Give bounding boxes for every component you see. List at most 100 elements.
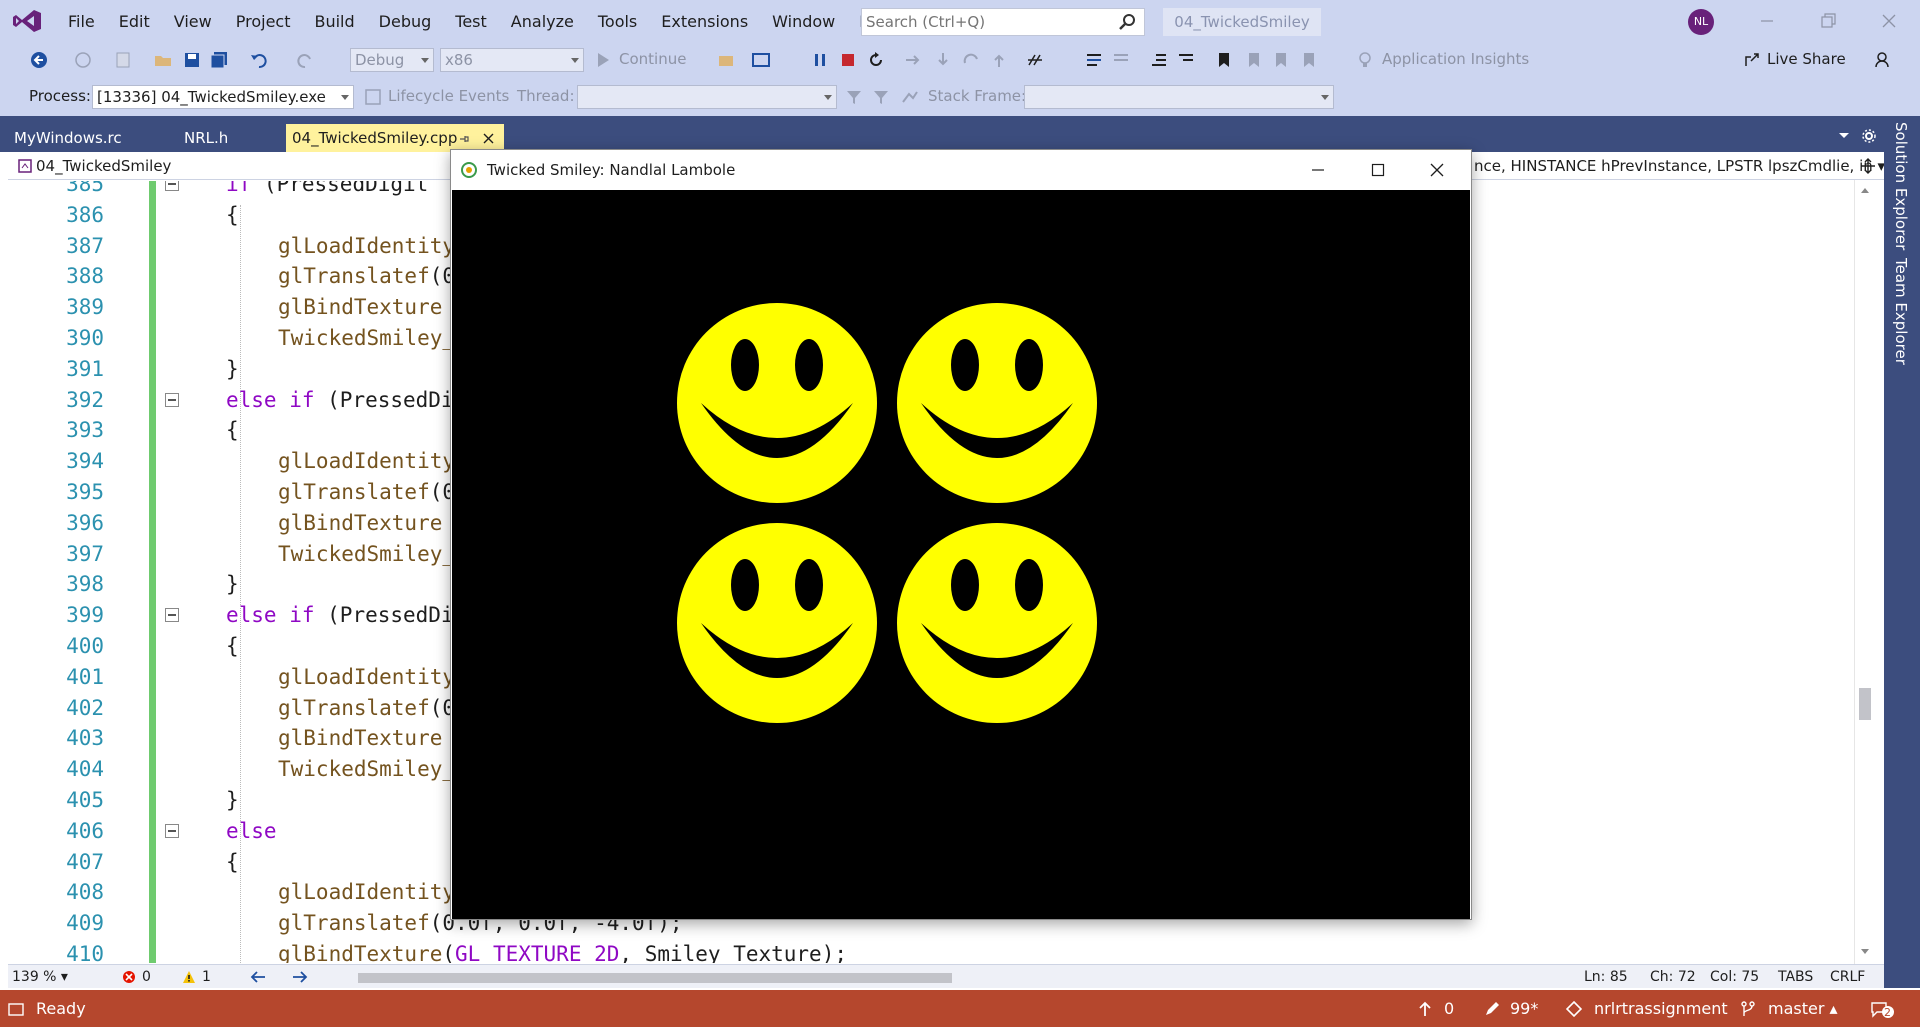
tab-list-dropdown-icon[interactable] bbox=[1838, 132, 1850, 140]
new-project-icon[interactable] bbox=[114, 51, 132, 69]
next-issue-icon[interactable] bbox=[292, 970, 308, 984]
opengl-canvas[interactable] bbox=[452, 190, 1470, 919]
previous-issue-icon[interactable] bbox=[250, 970, 266, 984]
vertical-scrollbar[interactable] bbox=[1854, 180, 1876, 964]
search-box[interactable] bbox=[861, 8, 1145, 36]
undo-icon[interactable] bbox=[250, 51, 268, 69]
menu-build[interactable]: Build bbox=[302, 12, 366, 31]
platform-select[interactable]: x86 bbox=[440, 48, 584, 72]
unpushed-commits[interactable]: 0 bbox=[1444, 990, 1454, 1027]
app-minimize-icon[interactable] bbox=[1311, 163, 1325, 177]
forward-icon[interactable] bbox=[74, 51, 92, 69]
live-share-button[interactable]: Live Share bbox=[1767, 50, 1846, 68]
twicked-smiley-window[interactable]: Twicked Smiley: Nandlal Lambole bbox=[450, 149, 1472, 920]
menu-test[interactable]: Test bbox=[443, 12, 499, 31]
member-dropdown[interactable]: nce, HINSTANCE hPrevInstance, LPSTR lpsz… bbox=[1474, 152, 1885, 180]
step-into-icon[interactable] bbox=[934, 51, 952, 69]
save-all-icon[interactable] bbox=[210, 51, 228, 69]
menu-analyze[interactable]: Analyze bbox=[499, 12, 586, 31]
continue-button[interactable]: Continue bbox=[619, 50, 686, 68]
solution-explorer-tab[interactable]: Solution Explorer bbox=[1892, 122, 1910, 250]
stop-debugging-icon[interactable] bbox=[839, 51, 857, 69]
branch-icon[interactable] bbox=[1740, 1001, 1756, 1017]
line-ending[interactable]: CRLF bbox=[1830, 965, 1865, 989]
app-maximize-icon[interactable] bbox=[1371, 163, 1385, 177]
continue-icon[interactable] bbox=[594, 51, 612, 69]
push-arrow-icon[interactable] bbox=[1418, 1001, 1432, 1017]
show-threads-icon[interactable] bbox=[901, 88, 919, 106]
lifecycle-events-button[interactable]: Lifecycle Events bbox=[388, 87, 509, 105]
clear-bookmarks-icon[interactable] bbox=[1300, 51, 1318, 69]
close-icon[interactable] bbox=[1878, 10, 1900, 32]
attach-icon[interactable] bbox=[717, 51, 735, 69]
close-tab-icon[interactable] bbox=[482, 132, 495, 145]
menu-debug[interactable]: Debug bbox=[367, 12, 444, 31]
process-select[interactable]: [13336] 04_TwickedSmiley.exe bbox=[92, 85, 354, 109]
flag-threads-icon[interactable] bbox=[872, 88, 890, 106]
step-over-icon[interactable] bbox=[962, 51, 980, 69]
uncomment-icon[interactable] bbox=[1112, 51, 1130, 69]
save-icon[interactable] bbox=[183, 51, 201, 69]
search-input[interactable] bbox=[862, 9, 1102, 35]
next-bookmark-icon[interactable] bbox=[1272, 51, 1290, 69]
step-out-icon[interactable] bbox=[990, 51, 1008, 69]
tab-mywindows-rc[interactable]: MyWindows.rc bbox=[8, 124, 178, 152]
pending-changes[interactable]: 99* bbox=[1510, 990, 1538, 1027]
application-insights-icon[interactable] bbox=[1356, 51, 1374, 69]
app-window-titlebar[interactable]: Twicked Smiley: Nandlal Lambole bbox=[451, 150, 1471, 190]
menu-view[interactable]: View bbox=[162, 12, 224, 31]
pencil-icon[interactable] bbox=[1484, 1001, 1500, 1017]
restart-icon[interactable] bbox=[867, 51, 885, 69]
restore-icon[interactable] bbox=[1817, 10, 1839, 32]
indent-icon[interactable] bbox=[1177, 51, 1195, 69]
app-close-icon[interactable] bbox=[1430, 163, 1444, 177]
zoom-select[interactable]: 139 % ▾ bbox=[12, 965, 92, 989]
menu-window[interactable]: Window bbox=[760, 12, 847, 31]
menu-tools[interactable]: Tools bbox=[586, 12, 649, 31]
break-all-icon[interactable] bbox=[811, 51, 829, 69]
user-avatar[interactable]: NL bbox=[1688, 9, 1714, 35]
menu-edit[interactable]: Edit bbox=[107, 12, 162, 31]
settings-gear-icon[interactable] bbox=[1862, 129, 1876, 143]
filter-icon[interactable] bbox=[845, 88, 863, 106]
output-window-icon[interactable] bbox=[8, 1001, 24, 1017]
fold-toggle[interactable] bbox=[165, 608, 179, 623]
feedback-icon[interactable] bbox=[1874, 51, 1892, 69]
back-icon[interactable] bbox=[30, 51, 48, 69]
browser-link-icon[interactable] bbox=[752, 51, 770, 69]
warning-icon[interactable] bbox=[182, 970, 196, 984]
fold-toggle[interactable] bbox=[165, 392, 179, 407]
menu-file[interactable]: File bbox=[56, 12, 107, 31]
thread-select[interactable] bbox=[577, 85, 837, 109]
live-share-icon[interactable] bbox=[1743, 51, 1761, 69]
minimize-icon[interactable] bbox=[1756, 10, 1778, 32]
tab-nrl-h[interactable]: NRL.h bbox=[178, 124, 286, 152]
redo-icon[interactable] bbox=[296, 51, 314, 69]
lifecycle-events-icon[interactable] bbox=[364, 88, 382, 106]
scroll-down-icon[interactable] bbox=[1860, 948, 1870, 956]
error-icon[interactable] bbox=[122, 970, 136, 984]
tab-04-twickedsmiley-cpp[interactable]: 04_TwickedSmiley.cpp bbox=[286, 124, 504, 152]
configuration-select[interactable]: Debug bbox=[350, 48, 434, 72]
open-file-icon[interactable] bbox=[154, 51, 172, 69]
pin-icon[interactable] bbox=[458, 133, 470, 145]
menu-extensions[interactable]: Extensions bbox=[649, 12, 760, 31]
outdent-icon[interactable] bbox=[1150, 51, 1168, 69]
stack-frame-select[interactable] bbox=[1024, 85, 1334, 109]
application-insights-button[interactable]: Application Insights bbox=[1382, 50, 1529, 68]
repository-name[interactable]: nrlrtrassignment bbox=[1594, 990, 1728, 1027]
comment-icon[interactable] bbox=[1085, 51, 1103, 69]
prev-bookmark-icon[interactable] bbox=[1245, 51, 1263, 69]
scroll-thumb[interactable] bbox=[1859, 688, 1871, 720]
fold-toggle[interactable] bbox=[165, 181, 179, 191]
fold-toggle[interactable] bbox=[165, 823, 179, 838]
indent-mode[interactable]: TABS bbox=[1778, 965, 1813, 989]
split-view-icon[interactable] bbox=[1860, 158, 1876, 174]
project-dropdown[interactable]: 04_TwickedSmiley bbox=[18, 152, 171, 180]
show-next-statement-icon[interactable] bbox=[904, 51, 922, 69]
hex-display-icon[interactable] bbox=[1027, 51, 1045, 69]
scroll-up-icon[interactable] bbox=[1860, 186, 1870, 194]
team-explorer-tab[interactable]: Team Explorer bbox=[1892, 258, 1910, 365]
branch-name[interactable]: master ▴ bbox=[1768, 990, 1838, 1027]
bookmark-icon[interactable] bbox=[1215, 51, 1233, 69]
